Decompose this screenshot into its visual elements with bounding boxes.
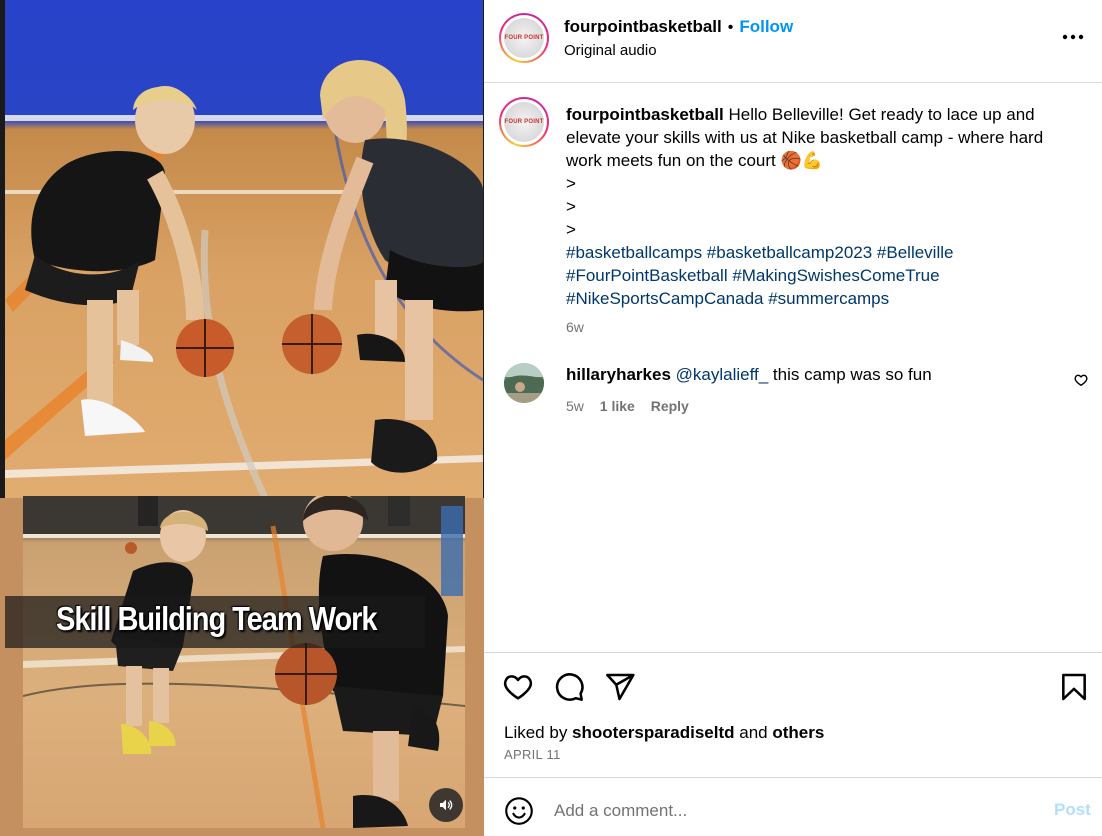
liked-by: Liked by shootersparadiseltd and others bbox=[504, 723, 824, 743]
commenter-avatar-photo bbox=[504, 363, 544, 403]
author-username[interactable]: fourpointbasketball bbox=[564, 17, 722, 36]
mute-toggle-button[interactable] bbox=[429, 788, 463, 822]
caption-break-1: > bbox=[566, 174, 576, 193]
author-avatar-logo: FOUR POINT bbox=[504, 18, 544, 58]
caption-text-line1: Hello Belleville! Get ready to lace up a… bbox=[723, 105, 1035, 124]
comment-meta: 5w 1 like Reply bbox=[566, 398, 701, 414]
audio-label[interactable]: Original audio bbox=[564, 42, 657, 59]
caption-text-line2: elevate your skills with us at Nike bask… bbox=[566, 128, 1044, 147]
caption-avatar-logo: FOUR POINT bbox=[504, 102, 544, 142]
video-inset bbox=[23, 496, 465, 828]
heart-icon bbox=[1074, 374, 1088, 386]
post-comment-button[interactable]: Post bbox=[1054, 800, 1091, 820]
comment-body: this camp was so fun bbox=[768, 365, 932, 384]
comment-text: hillaryharkes @kaylalieff_ this camp was… bbox=[566, 365, 1046, 385]
commenter-avatar[interactable] bbox=[504, 363, 544, 403]
liked-by-user[interactable]: shootersparadiseltd bbox=[572, 723, 735, 742]
author-avatar[interactable]: FOUR POINT bbox=[499, 13, 549, 63]
caption-text-line3: work meets fun on the court bbox=[566, 151, 781, 170]
video-frame-top bbox=[5, 0, 483, 498]
post-panel: FOUR POINT fourpointbasketball • Follow Or… bbox=[484, 0, 1102, 836]
follow-button[interactable]: Follow bbox=[739, 17, 793, 36]
post-header: FOUR POINT fourpointbasketball • Follow Or… bbox=[484, 0, 1102, 83]
caption-username[interactable]: fourpointbasketball bbox=[566, 105, 724, 124]
hashtags-line-3[interactable]: #NikeSportsCampCanada #summercamps bbox=[566, 287, 1076, 310]
post-media[interactable]: Skill Building Team Work bbox=[0, 0, 484, 836]
caption-author-avatar[interactable]: FOUR POINT bbox=[499, 97, 549, 147]
post-actions: Liked by shootersparadiseltd and others … bbox=[484, 652, 1102, 777]
share-button[interactable] bbox=[604, 671, 636, 703]
comment-age[interactable]: 5w bbox=[566, 398, 584, 414]
comment-bubble-icon bbox=[555, 673, 584, 701]
comment-mention[interactable]: @kaylalieff_ bbox=[676, 365, 769, 384]
liked-by-prefix: Liked by bbox=[504, 723, 573, 742]
comment-input[interactable] bbox=[554, 798, 1024, 824]
bookmark-icon bbox=[1062, 673, 1086, 701]
comment-like-button[interactable] bbox=[1074, 373, 1090, 389]
save-button[interactable] bbox=[1058, 671, 1090, 703]
comment-username[interactable]: hillaryharkes bbox=[566, 365, 671, 384]
separator-dot: • bbox=[727, 19, 734, 36]
comment-reply-button[interactable]: Reply bbox=[651, 398, 689, 414]
paper-plane-icon bbox=[606, 673, 635, 701]
caption-break-3: > bbox=[566, 220, 576, 239]
court-scene-bottom bbox=[23, 496, 465, 828]
post-date[interactable]: APRIL 11 bbox=[504, 747, 561, 762]
add-comment-bar: Post bbox=[484, 777, 1102, 836]
like-button[interactable] bbox=[502, 671, 534, 703]
more-options-button[interactable] bbox=[1060, 24, 1086, 50]
video-overlay-caption: Skill Building Team Work bbox=[56, 600, 378, 637]
smiley-icon bbox=[505, 797, 533, 825]
caption-age[interactable]: 6w bbox=[566, 316, 1076, 339]
liked-by-middle: and bbox=[734, 723, 773, 742]
comment-button[interactable] bbox=[553, 671, 585, 703]
court-scene-top bbox=[5, 60, 483, 498]
liked-by-others[interactable]: others bbox=[772, 723, 824, 742]
hashtags-line-2[interactable]: #FourPointBasketball #MakingSwishesComeT… bbox=[566, 264, 1076, 287]
heart-icon bbox=[503, 675, 533, 700]
post-caption: fourpointbasketball Hello Belleville! Ge… bbox=[566, 103, 1076, 339]
more-options-icon bbox=[1062, 34, 1084, 40]
comment-like-count[interactable]: 1 like bbox=[600, 398, 635, 414]
emoji-button[interactable] bbox=[504, 796, 534, 826]
caption-break-2: > bbox=[566, 197, 576, 216]
hashtags-line-1[interactable]: #basketballcamps #basketballcamp2023 #Be… bbox=[566, 241, 1076, 264]
speaker-icon bbox=[440, 799, 453, 811]
caption-emoji: 🏀💪 bbox=[780, 151, 823, 170]
